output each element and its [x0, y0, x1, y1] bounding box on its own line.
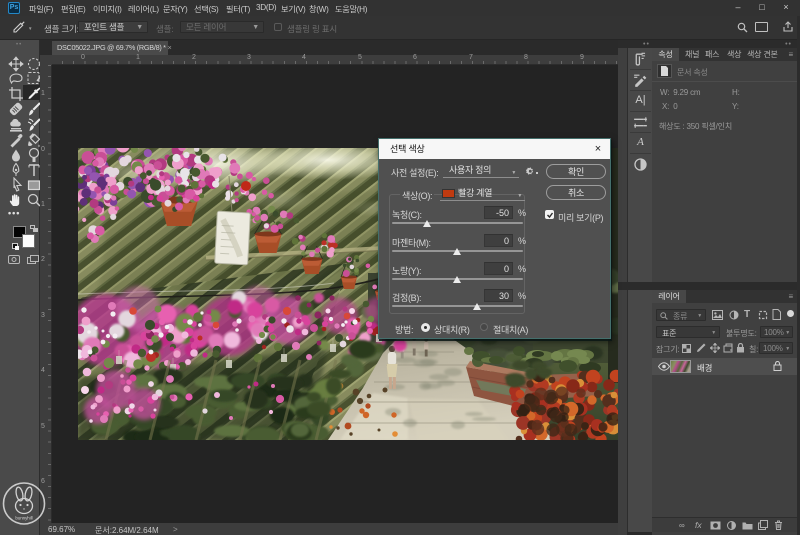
svg-text:bunnyhill: bunnyhill: [15, 516, 32, 521]
